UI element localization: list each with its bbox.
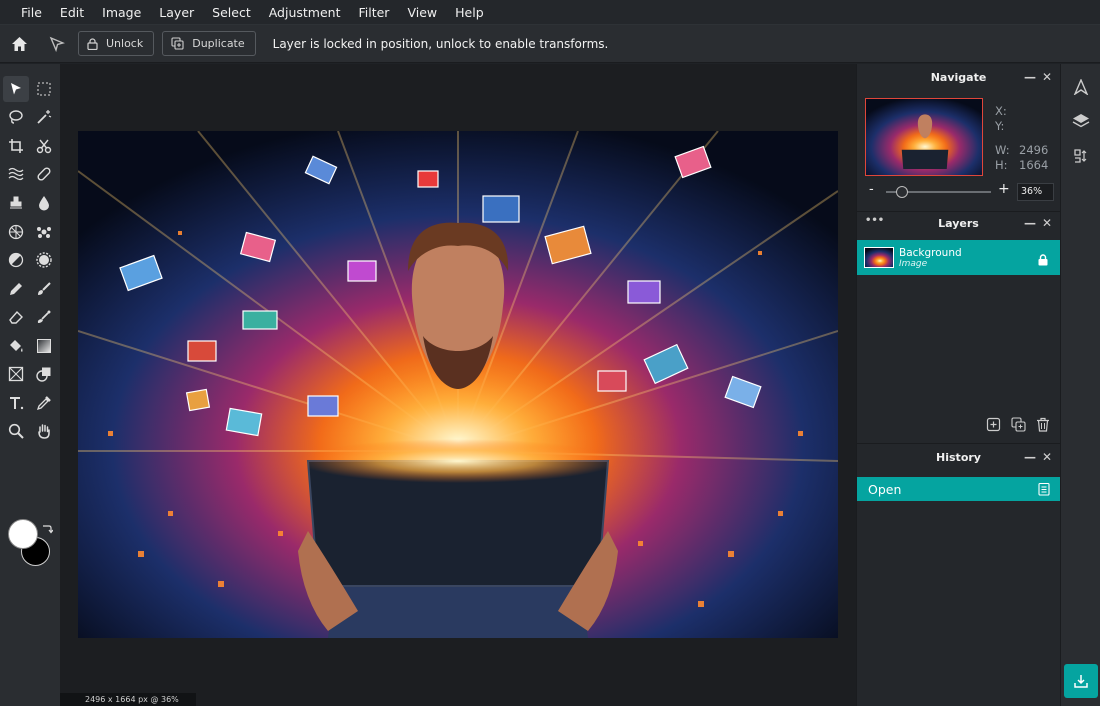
navigate-panel-icon[interactable]: [1071, 77, 1091, 97]
status-bar: 2496 x 1664 px @ 36%: [60, 693, 196, 706]
canvas-image[interactable]: [78, 131, 838, 638]
close-icon[interactable]: ✕: [1042, 216, 1052, 230]
pattern-icon[interactable]: [3, 219, 29, 245]
zoom-in-button[interactable]: +: [998, 181, 1010, 197]
lock-icon[interactable]: [1038, 251, 1048, 270]
tools-panel: [0, 64, 60, 706]
select-arrow-icon[interactable]: [3, 76, 29, 102]
zoom-slider-handle[interactable]: [896, 186, 908, 198]
document-icon: [1038, 482, 1050, 496]
navigate-title: Navigate: [930, 70, 987, 84]
menu-bar: File Edit Image Layer Select Adjustment …: [0, 0, 1100, 25]
layer-name: Background: [899, 246, 962, 259]
nav-w-label: W:: [995, 143, 1010, 157]
nav-h-label: H:: [995, 158, 1008, 172]
duplicate-label: Duplicate: [192, 37, 245, 50]
menu-view[interactable]: View: [398, 0, 446, 25]
side-strip: [1060, 64, 1100, 706]
minimize-icon[interactable]: —: [1024, 70, 1036, 84]
eyedropper-icon[interactable]: [31, 390, 57, 416]
history-panel: Open: [857, 470, 1060, 665]
drop-icon[interactable]: [31, 190, 57, 216]
zoom-icon[interactable]: [3, 418, 29, 444]
foreground-color-swatch[interactable]: [8, 519, 38, 549]
download-button[interactable]: [1064, 664, 1098, 698]
brush-icon[interactable]: [31, 276, 57, 302]
dodge-icon[interactable]: [3, 247, 29, 273]
brush-2-icon[interactable]: [31, 304, 57, 330]
layer-actions: [986, 417, 1050, 436]
liquify-icon[interactable]: [3, 161, 29, 187]
zoom-out-button[interactable]: -: [869, 182, 874, 197]
history-title: History: [936, 450, 981, 464]
duplicate-button[interactable]: Duplicate: [162, 31, 256, 56]
layers-panel: Background Image: [857, 234, 1060, 443]
gradient-icon[interactable]: [31, 333, 57, 359]
menu-layer[interactable]: Layer: [150, 0, 203, 25]
history-item-label: Open: [868, 481, 902, 497]
duplicate-layer-icon[interactable]: [1011, 417, 1026, 436]
lock-message: Layer is locked in position, unlock to e…: [272, 36, 609, 51]
minimize-icon[interactable]: —: [1024, 450, 1036, 464]
history-item[interactable]: Open: [857, 477, 1060, 501]
clone-stamp-icon[interactable]: [3, 190, 29, 216]
menu-adjustment[interactable]: Adjustment: [260, 0, 350, 25]
nav-x-label: X:: [995, 104, 1007, 118]
zoom-input[interactable]: 36%: [1017, 183, 1054, 201]
shape-icon[interactable]: [31, 361, 57, 387]
navigate-panel: X: Y: W: 2496 H: 1664 - + 36%: [857, 90, 1060, 211]
frame-icon[interactable]: [3, 361, 29, 387]
right-panels: Navigate — ✕ X: Y: W: 2496 H: 1664 - + 3…: [856, 64, 1060, 706]
fill-icon[interactable]: [3, 333, 29, 359]
crop-icon[interactable]: [3, 133, 29, 159]
eraser-icon[interactable]: [3, 304, 29, 330]
nav-y-label: Y:: [995, 119, 1005, 133]
menu-filter[interactable]: Filter: [349, 0, 398, 25]
menu-help[interactable]: Help: [446, 0, 493, 25]
canvas-area[interactable]: 2496 x 1664 px @ 36%: [60, 64, 856, 706]
options-bar: Unlock Duplicate Layer is locked in posi…: [0, 25, 1100, 63]
close-icon[interactable]: ✕: [1042, 450, 1052, 464]
history-panel-icon[interactable]: [1071, 146, 1091, 166]
history-panel-header: History — ✕: [857, 444, 1060, 470]
type-icon[interactable]: [3, 390, 29, 416]
menu-file[interactable]: File: [12, 0, 51, 25]
layers-title: Layers: [938, 216, 979, 230]
layer-type: Image: [899, 258, 928, 269]
layer-thumbnail: [864, 247, 894, 268]
navigator-thumbnail[interactable]: [865, 98, 983, 176]
home-icon[interactable]: [4, 29, 34, 59]
duplicate-icon: [171, 37, 184, 50]
hand-icon[interactable]: [31, 418, 57, 444]
menu-image[interactable]: Image: [93, 0, 150, 25]
layers-more-icon[interactable]: •••: [865, 215, 884, 226]
move-tool-icon[interactable]: [42, 29, 72, 59]
menu-edit[interactable]: Edit: [51, 0, 93, 25]
marquee-icon[interactable]: [31, 76, 57, 102]
swap-colors-icon[interactable]: [41, 520, 54, 539]
layers-panel-header: ••• Layers — ✕: [857, 212, 1060, 234]
minimize-icon[interactable]: —: [1024, 216, 1036, 230]
zoom-row: - + 36%: [857, 181, 1061, 203]
sponge-icon[interactable]: [31, 247, 57, 273]
download-icon: [1074, 675, 1088, 688]
navigate-panel-header: Navigate — ✕: [857, 64, 1060, 90]
unlock-button[interactable]: Unlock: [78, 31, 155, 56]
unlock-label: Unlock: [106, 37, 144, 50]
heal-icon[interactable]: [31, 161, 57, 187]
lasso-icon[interactable]: [3, 104, 29, 130]
layers-panel-icon[interactable]: [1071, 111, 1091, 131]
layer-item[interactable]: Background Image: [857, 240, 1060, 275]
menu-select[interactable]: Select: [203, 0, 260, 25]
spot-icon[interactable]: [31, 219, 57, 245]
scissors-icon[interactable]: [31, 133, 57, 159]
add-layer-icon[interactable]: [986, 417, 1001, 436]
pen-icon[interactable]: [3, 276, 29, 302]
close-icon[interactable]: ✕: [1042, 70, 1052, 84]
lock-icon: [87, 37, 98, 50]
nav-h-value: 1664: [1019, 158, 1049, 172]
trash-icon[interactable]: [1036, 417, 1050, 436]
nav-w-value: 2496: [1019, 143, 1049, 157]
magic-wand-icon[interactable]: [31, 104, 57, 130]
